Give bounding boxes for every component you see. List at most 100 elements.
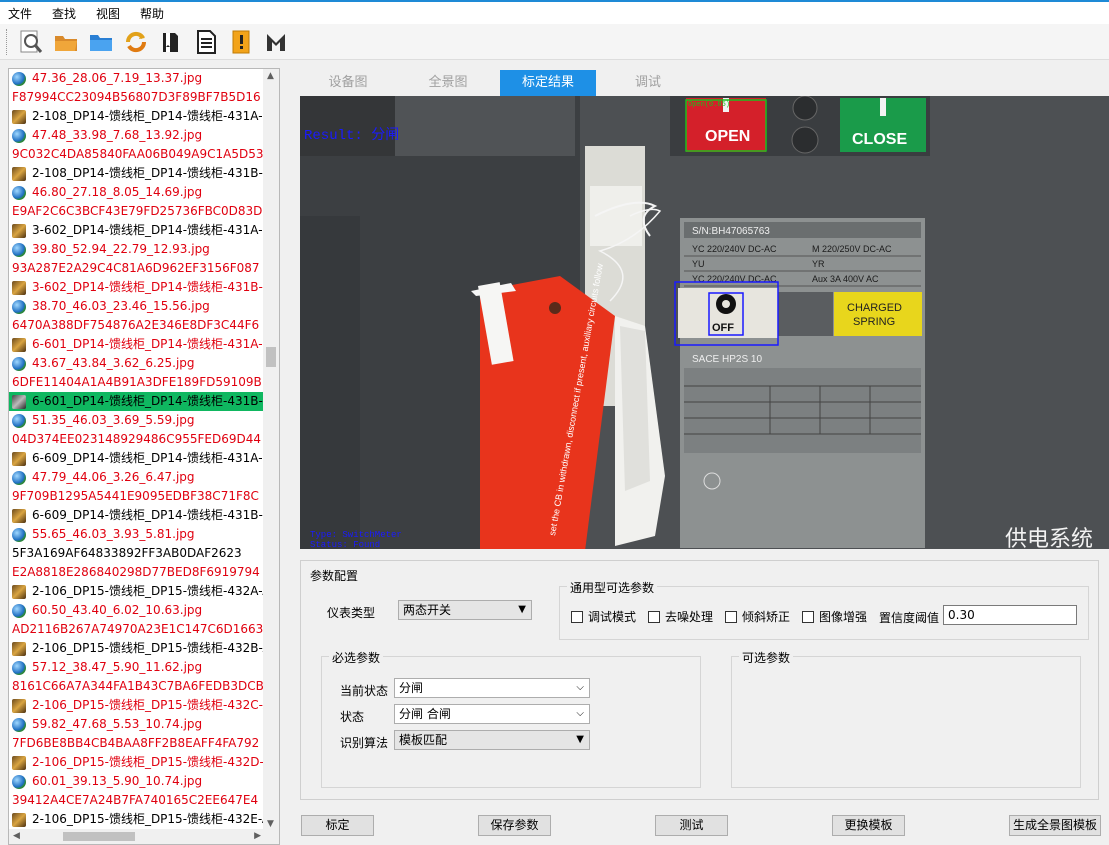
checkbox-box [725, 610, 737, 623]
confidence-input[interactable]: 0.30 [943, 605, 1077, 625]
file-list-item[interactable]: 7FD6BE8BB4CB4BAA8FF2B8EAFF4FA792 [9, 734, 264, 753]
file-list-item[interactable]: 6DFE11404A1A4B91A3DFE189FD59109B [9, 373, 264, 392]
file-list-item[interactable]: 3-602_DP14-馈线柜_DP14-馈线柜-431B-分 [9, 278, 264, 297]
dropdown-arrow-icon: ▼ [518, 604, 526, 615]
file-list-item[interactable]: 47.48_33.98_7.68_13.92.jpg [9, 126, 264, 145]
file-list-item[interactable]: 9C032C4DA85840FAA06B049A9C1A5D53 [9, 145, 264, 164]
tilt-correct-checkbox[interactable]: 倾斜矫正 [725, 608, 790, 625]
file-list-item[interactable]: 60.01_39.13_5.90_10.74.jpg [9, 772, 264, 791]
enhance-checkbox[interactable]: 图像增强 [802, 608, 867, 625]
state-select[interactable]: 分闸 合闸 ⌵ [394, 704, 590, 724]
file-list-item[interactable]: 39.80_52.94_22.79_12.93.jpg [9, 240, 264, 259]
tab-debug[interactable]: 调试 [600, 70, 696, 96]
tilt-correct-label: 倾斜矫正 [742, 610, 791, 624]
blue-folder-icon[interactable] [85, 27, 117, 57]
file-list[interactable]: 47.36_28.06_7.19_13.37.jpg F87994CC23094B… [9, 69, 264, 831]
scroll-up-icon[interactable]: ▲ [267, 71, 274, 81]
menu-bar: 文件 查找 视图 帮助 [0, 2, 1109, 24]
meter-type-label: 仪表类型 [327, 606, 376, 620]
charged-spring-indicator [834, 292, 922, 336]
file-list-item[interactable]: 9F709B1295A5441E9095EDBF38C71F8C [9, 487, 264, 506]
horizontal-scroll-thumb[interactable] [63, 832, 135, 841]
tab-device-image[interactable]: 设备图 [300, 70, 396, 96]
horizontal-scrollbar[interactable]: ◀ ▶ [9, 829, 279, 844]
file-list-item-label: 6-601_DP14-馈线柜_DP14-馈线柜-431A-分 [32, 337, 264, 351]
file-list-item[interactable]: 6-601_DP14-馈线柜_DP14-馈线柜-431A-分 [9, 335, 264, 354]
book-icon[interactable] [155, 27, 187, 57]
close-label: CLOSE [852, 131, 907, 148]
toolbar [0, 24, 1109, 60]
replace-template-button[interactable]: 更换模板 [832, 815, 905, 836]
file-list-item[interactable]: 6-609_DP14-馈线柜_DP14-馈线柜-431A-强 [9, 449, 264, 468]
algo-select[interactable]: 模板匹配 ▼ [394, 730, 590, 750]
file-list-item[interactable]: 2-108_DP14-馈线柜_DP14-馈线柜-431B-C [9, 164, 264, 183]
file-list-item[interactable]: 93A287E2A29C4C81A6D962EF3156F087 [9, 259, 264, 278]
menu-view[interactable]: 视图 [96, 5, 120, 22]
file-list-item[interactable]: 5F3A169AF64833892FF3AB0DAF2623 [9, 544, 264, 563]
save-params-button[interactable]: 保存参数 [478, 815, 551, 836]
required-params-title: 必选参数 [329, 649, 384, 666]
refresh-icon[interactable] [120, 27, 152, 57]
scroll-down-icon[interactable]: ▼ [267, 819, 274, 829]
file-list-item[interactable]: 8161C66A7A344FA1B43C7BA6FEDB3DCB [9, 677, 264, 696]
file-list-item[interactable]: 60.50_43.40_6.02_10.63.jpg [9, 601, 264, 620]
file-list-item[interactable]: 04D374EE023148929486C955FED69D44 [9, 430, 264, 449]
file-list-item[interactable]: 43.67_43.84_3.62_6.25.jpg [9, 354, 264, 373]
file-list-item[interactable]: 6-601_DP14-馈线柜_DP14-馈线柜-431B-分 [9, 392, 264, 411]
file-list-item[interactable]: 6470A388DF754876A2E346E8DF3C44F6 [9, 316, 264, 335]
file-list-item[interactable]: 46.80_27.18_8.05_14.69.jpg [9, 183, 264, 202]
calibrate-button[interactable]: 标定 [301, 815, 374, 836]
file-list-item[interactable]: 39412A4CE7A24B7FA740165C2EE647E4 [9, 791, 264, 810]
file-list-item[interactable]: 59.82_47.68_5.53_10.74.jpg [9, 715, 264, 734]
menu-find[interactable]: 查找 [52, 5, 76, 22]
file-list-item[interactable]: 3-602_DP14-馈线柜_DP14-馈线柜-431A-分 [9, 221, 264, 240]
file-list-item[interactable]: E9AF2C6C3BCF43E79FD25736FBC0D83D [9, 202, 264, 221]
file-list-item[interactable]: 2-108_DP14-馈线柜_DP14-馈线柜-431A-C [9, 107, 264, 126]
warning-icon[interactable] [225, 27, 257, 57]
file-list-item[interactable]: 57.12_38.47_5.90_11.62.jpg [9, 658, 264, 677]
scroll-left-icon[interactable]: ◀ [13, 831, 20, 841]
image-file-icon [12, 280, 26, 295]
tab-calibration-result[interactable]: 标定结果 [500, 70, 596, 96]
m-logo-icon[interactable] [260, 27, 292, 57]
vertical-scroll-thumb[interactable] [266, 347, 276, 367]
menu-help[interactable]: 帮助 [140, 5, 164, 22]
chevron-down-icon: ⌵ [576, 708, 584, 719]
image-file-icon [12, 394, 26, 409]
file-list-item[interactable]: 51.35_46.03_3.69_5.59.jpg [9, 411, 264, 430]
file-list-item[interactable]: 47.79_44.06_3.26_6.47.jpg [9, 468, 264, 487]
file-list-item[interactable]: 47.36_28.06_7.19_13.37.jpg [9, 69, 264, 88]
file-list-item[interactable]: 2-106_DP15-馈线柜_DP15-馈线柜-432B-A [9, 639, 264, 658]
file-list-item[interactable]: E2A8818E286840298D77BED8F6919794 [9, 563, 264, 582]
file-list-item[interactable]: 55.65_46.03_3.93_5.81.jpg [9, 525, 264, 544]
document-icon[interactable] [190, 27, 222, 57]
file-list-item-label: 46.80_27.18_8.05_14.69.jpg [32, 185, 203, 199]
denoise-checkbox[interactable]: 去噪处理 [648, 608, 713, 625]
file-list-item[interactable]: 38.70_46.03_23.46_15.56.jpg [9, 297, 264, 316]
file-list-item[interactable]: 2-106_DP15-馈线柜_DP15-馈线柜-432A-A [9, 582, 264, 601]
file-list-panel: 47.36_28.06_7.19_13.37.jpg F87994CC23094B… [8, 68, 280, 845]
scroll-right-icon[interactable]: ▶ [254, 831, 261, 841]
image-file-icon [12, 223, 26, 238]
file-list-item-label: 2-108_DP14-馈线柜_DP14-馈线柜-431B-C [32, 166, 264, 180]
file-list-item[interactable]: 2-106_DP15-馈线柜_DP15-馈线柜-432D-A [9, 753, 264, 772]
off-label: OFF [712, 322, 734, 334]
meter-type-select[interactable]: 两态开关 ▼ [398, 600, 532, 620]
zoom-page-icon[interactable] [15, 27, 47, 57]
test-button[interactable]: 测试 [655, 815, 728, 836]
tab-panorama[interactable]: 全景图 [400, 70, 496, 96]
file-list-item[interactable]: 6-609_DP14-馈线柜_DP14-馈线柜-431B-强 [9, 506, 264, 525]
current-state-select[interactable]: 分闸 ⌵ [394, 678, 590, 698]
image-file-icon [12, 451, 26, 466]
file-list-item[interactable]: AD2116B267A74970A23E1C147C6D1663 [9, 620, 264, 639]
open-folder-icon[interactable] [50, 27, 82, 57]
file-list-item-label: 6DFE11404A1A4B91A3DFE189FD59109B [12, 375, 262, 389]
debug-mode-checkbox[interactable]: 调试模式 [571, 608, 636, 625]
file-list-item[interactable]: 2-106_DP15-馈线柜_DP15-馈线柜-432C-A [9, 696, 264, 715]
menu-file[interactable]: 文件 [8, 5, 32, 22]
file-list-item[interactable]: 2-106_DP15-馈线柜_DP15-馈线柜-432E-A [9, 810, 264, 829]
type-text: Type: SwitchMeter [310, 530, 402, 540]
generate-panorama-template-button[interactable]: 生成全景图模板 [1009, 815, 1101, 836]
file-list-item[interactable]: F87994CC23094B56807D3F89BF7B5D16 [9, 88, 264, 107]
vertical-scrollbar[interactable]: ▲ ▼ [263, 69, 279, 831]
